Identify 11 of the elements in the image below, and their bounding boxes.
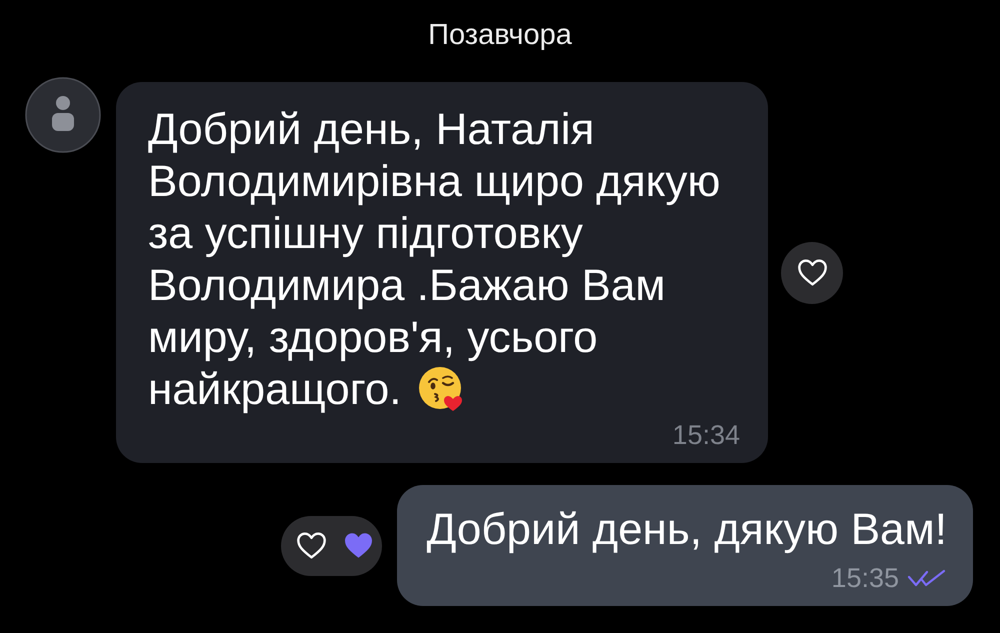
heart-outline-icon bbox=[796, 258, 828, 287]
message-bubble[interactable]: Добрий день, дякую Вам! 15:35 bbox=[396, 485, 973, 606]
message-bubble[interactable]: Добрий день, Наталія Володимирівна щиро дякую за успішну підготовку Володимира .Бажаю Вам миру, здоров'я, усього найкращого. 15:34 bbox=[116, 82, 768, 463]
message-time: 15:34 bbox=[672, 420, 740, 450]
message-text: Добрий день, дякую Вам! bbox=[426, 505, 947, 554]
avatar-icon[interactable] bbox=[25, 77, 101, 153]
date-separator: Позавчора bbox=[428, 18, 572, 53]
heart-icon bbox=[342, 532, 374, 559]
message-text: Добрий день, Наталія Володимирівна щиро дякую за успішну підготовку Володимира .Бажаю Вам миру, здоров'я, усього найкращого. bbox=[148, 105, 720, 414]
heart-outline-icon bbox=[294, 531, 328, 560]
message-time: 15:35 bbox=[831, 563, 899, 593]
